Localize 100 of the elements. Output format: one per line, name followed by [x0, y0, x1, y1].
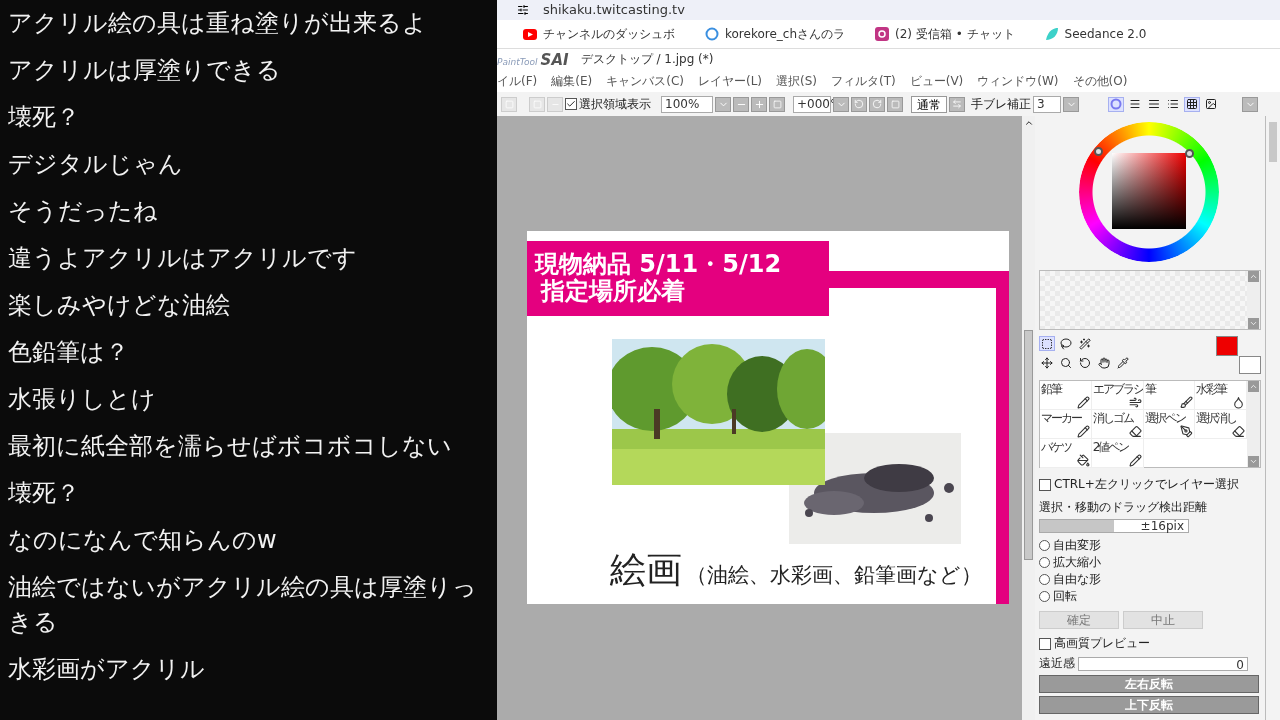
eraser-icon	[1232, 425, 1245, 438]
menu-item[interactable]: 編集(E)	[551, 72, 593, 90]
pencil-icon	[1076, 396, 1090, 409]
radio-label: 自由な形	[1053, 571, 1101, 588]
check-icon	[566, 99, 576, 109]
move-tool[interactable]	[1039, 355, 1055, 370]
tool-item[interactable]: 2値ペン	[1091, 439, 1144, 468]
zoom-reset-button[interactable]	[769, 96, 785, 112]
radio-button[interactable]	[1039, 591, 1050, 602]
airbrush-icon	[1128, 396, 1142, 409]
menu-item[interactable]: イル(F)	[497, 72, 538, 90]
chat-message: 楽しみやけどな油絵	[8, 290, 231, 321]
slider-track[interactable]: ±16pix	[1039, 519, 1189, 533]
dropdown-button[interactable]	[1242, 96, 1258, 112]
slide-subheading: （油絵、水彩画、鉛筆画など）	[686, 562, 982, 589]
play-icon	[523, 28, 537, 40]
flip-button[interactable]	[949, 96, 965, 112]
bucket-icon	[1076, 454, 1090, 467]
dropdown-button[interactable]	[833, 96, 849, 112]
radio-label: 自由変形	[1053, 537, 1101, 554]
bookmark[interactable]: チャンネルのダッシュボ	[523, 27, 675, 41]
bookmark[interactable]: korekore_chさんのラ	[705, 27, 846, 41]
checkbox-label: 高画質プレビュー	[1054, 635, 1150, 652]
zoom-field[interactable]: 100%	[661, 95, 713, 113]
pencil-icon	[1076, 425, 1090, 438]
app-logo: SAI	[540, 50, 569, 69]
selection-icon	[1041, 337, 1053, 350]
menu-item[interactable]: その他(O)	[1072, 72, 1128, 90]
angle-field[interactable]: +000°	[793, 95, 831, 113]
menu-item[interactable]: キャンバス(C)	[606, 72, 684, 90]
rotate-icon	[854, 99, 864, 109]
hand-tool[interactable]	[1096, 355, 1112, 370]
blend-button[interactable]: 通常	[911, 95, 947, 113]
chat-message: 水張りしとけ	[8, 384, 157, 415]
saturation-square[interactable]	[1112, 153, 1186, 229]
rotate-icon	[872, 99, 882, 109]
move-icon	[1041, 356, 1053, 369]
radio-button[interactable]	[1039, 557, 1050, 568]
zoom-out-button[interactable]	[733, 96, 749, 112]
radio-label: 拡大縮小	[1053, 554, 1101, 571]
tool-item[interactable]: マーカー	[1040, 410, 1092, 439]
eyedropper-tool[interactable]	[1115, 355, 1131, 370]
background-color[interactable]	[1239, 356, 1261, 374]
menu-item[interactable]: フィルタ(T)	[831, 72, 896, 90]
eyedropper-icon	[1117, 356, 1129, 369]
bars-icon	[1129, 98, 1141, 110]
tool-item[interactable]: 鉛筆	[1040, 381, 1092, 410]
pencil-icon	[1128, 454, 1142, 467]
slide-heading: 絵画	[610, 548, 682, 592]
tool-item[interactable]: 選択ペン	[1143, 410, 1196, 439]
ring-icon	[1110, 98, 1122, 110]
radio-button[interactable]	[1039, 574, 1050, 585]
tool-item[interactable]: 筆	[1143, 381, 1196, 410]
zoom-in-button[interactable]	[751, 96, 767, 112]
menu-item[interactable]: ビュー(V)	[909, 72, 964, 90]
pen-icon	[1180, 425, 1194, 438]
foreground-color[interactable]	[1216, 336, 1238, 356]
leaf-icon	[1044, 27, 1059, 41]
tool-item[interactable]: 消しゴム	[1091, 410, 1144, 439]
menu-item[interactable]: レイヤー(L)	[697, 72, 763, 90]
tool-item[interactable]: バケツ	[1040, 439, 1092, 468]
swatch-tab[interactable]	[1184, 96, 1200, 112]
dropdown-button[interactable]	[715, 96, 731, 112]
wand-icon	[1079, 337, 1091, 350]
zoom-tool[interactable]	[1058, 355, 1074, 370]
rotate-tool[interactable]	[1077, 355, 1093, 370]
grid-icon	[1186, 98, 1198, 110]
checkbox[interactable]	[565, 98, 577, 110]
address-bar[interactable]: shikaku.twitcasting.tv	[497, 0, 1280, 20]
select-tool[interactable]	[1039, 336, 1055, 351]
banner-text: 指定場所必着	[539, 278, 686, 305]
brush-icon	[1180, 396, 1194, 409]
hue-handle[interactable]	[1094, 147, 1103, 156]
color-handle[interactable]	[1185, 149, 1194, 158]
dropdown-button[interactable]	[1063, 96, 1079, 112]
radio-button[interactable]	[1039, 540, 1050, 551]
perspective-field[interactable]: 0	[1078, 656, 1248, 671]
swatch-area[interactable]	[1039, 270, 1261, 330]
stabilizer-field[interactable]: 3	[1033, 95, 1061, 113]
color-wheel-tab[interactable]	[1108, 96, 1124, 112]
wand-tool[interactable]	[1077, 336, 1093, 351]
checkbox[interactable]	[1039, 637, 1051, 650]
scratchpad-tab[interactable]	[1203, 96, 1219, 112]
lasso-tool[interactable]	[1058, 336, 1074, 351]
search-icon	[1060, 356, 1072, 369]
image-icon	[1205, 98, 1217, 110]
rotate-right-button[interactable]	[869, 96, 885, 112]
rotate-left-button[interactable]	[851, 96, 867, 112]
arrows-icon	[952, 99, 962, 109]
menu-item[interactable]: ウィンドウ(W)	[977, 72, 1059, 90]
menu-item[interactable]: 選択(S)	[776, 72, 817, 90]
bookmark[interactable]: Seedance 2.0	[1044, 27, 1147, 41]
lasso-icon	[1060, 337, 1072, 350]
tune-icon	[517, 4, 529, 16]
rotate-reset-button[interactable]	[887, 96, 903, 112]
checkbox[interactable]	[1039, 478, 1051, 491]
bookmark[interactable]: (2) 受信箱 • チャット	[875, 27, 1015, 41]
banner-text: 現物納品 5/11・5/12	[535, 251, 783, 278]
caret-icon	[1249, 382, 1258, 391]
tool-item[interactable]: エアブラシ	[1091, 381, 1144, 410]
